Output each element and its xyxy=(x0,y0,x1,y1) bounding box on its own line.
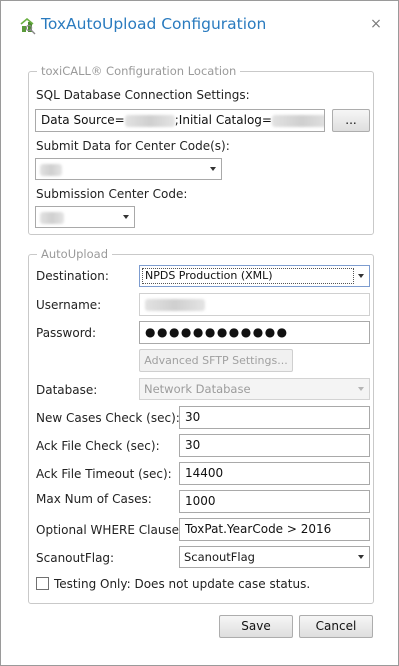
redacted-data-source xyxy=(124,114,175,127)
testing-only-label[interactable]: Testing Only: Does not update case statu… xyxy=(54,577,310,591)
destination-value: NPDS Production (XML) xyxy=(142,268,354,284)
database-value: Network Database xyxy=(144,382,251,396)
cancel-button[interactable]: Cancel xyxy=(299,615,373,638)
ack-file-check-field[interactable]: 30 xyxy=(179,434,370,457)
browse-connection-button[interactable]: ... xyxy=(332,109,370,132)
testing-only-checkbox[interactable] xyxy=(36,577,49,590)
redacted-submission-center xyxy=(40,211,64,224)
new-cases-check-field[interactable]: 30 xyxy=(179,406,370,429)
redacted-username xyxy=(145,298,205,311)
connection-string-field[interactable]: Data Source=;Initial Catalog=; xyxy=(35,109,325,132)
app-icon xyxy=(20,18,36,35)
chevron-down-icon xyxy=(123,215,129,219)
chevron-down-icon xyxy=(210,167,216,171)
scanout-flag-dropdown[interactable]: ScanoutFlag xyxy=(179,546,370,568)
redacted-catalog xyxy=(271,114,324,127)
scanout-flag-label: ScanoutFlag: xyxy=(36,551,115,565)
scanout-flag-value: ScanoutFlag xyxy=(184,550,255,564)
title-bar: ToxAutoUpload Configuration × xyxy=(1,1,398,51)
username-field[interactable] xyxy=(139,293,370,316)
center-codes-dropdown[interactable] xyxy=(35,158,222,180)
ack-file-check-value: 30 xyxy=(185,438,201,452)
redacted-center-codes xyxy=(40,163,62,176)
connection-prefix: Data Source= xyxy=(41,113,125,127)
config-location-legend: toxiCALL® Configuration Location xyxy=(37,64,241,78)
database-dropdown[interactable]: Network Database xyxy=(139,378,370,400)
submission-center-dropdown[interactable] xyxy=(35,206,135,228)
where-clause-label: Optional WHERE Clause: xyxy=(36,523,184,537)
max-num-cases-field[interactable]: 1000 xyxy=(179,490,370,513)
ack-file-timeout-field[interactable]: 14400 xyxy=(179,462,370,485)
ack-file-timeout-label: Ack File Timeout (sec): xyxy=(36,467,172,481)
center-codes-label: Submit Data for Center Code(s): xyxy=(36,139,230,153)
chevron-down-icon xyxy=(358,274,364,278)
where-clause-field[interactable]: ToxPat.YearCode > 2016 xyxy=(179,518,370,541)
database-label: Database: xyxy=(36,383,98,397)
config-dialog: ToxAutoUpload Configuration × toxiCALL® … xyxy=(0,0,399,666)
password-label: Password: xyxy=(36,326,97,340)
ack-file-check-label: Ack File Check (sec): xyxy=(36,439,160,453)
destination-dropdown[interactable]: NPDS Production (XML) xyxy=(139,265,370,287)
where-clause-value: ToxPat.YearCode > 2016 xyxy=(185,522,332,536)
destination-label: Destination: xyxy=(36,269,109,283)
password-field[interactable]: ●●●●●●●●●●●● xyxy=(139,321,370,344)
advanced-sftp-button[interactable]: Advanced SFTP Settings... xyxy=(139,349,293,372)
new-cases-check-label: New Cases Check (sec): xyxy=(36,411,180,425)
submission-center-label: Submission Center Code: xyxy=(36,187,188,201)
window-title: ToxAutoUpload Configuration xyxy=(41,15,267,33)
sql-settings-label: SQL Database Connection Settings: xyxy=(36,88,250,102)
close-icon[interactable]: × xyxy=(369,17,383,31)
new-cases-check-value: 30 xyxy=(185,410,201,424)
autoupload-legend: AutoUpload xyxy=(37,247,112,261)
chevron-down-icon xyxy=(358,555,364,559)
password-value: ●●●●●●●●●●●● xyxy=(145,325,289,339)
max-num-cases-value: 1000 xyxy=(185,494,216,508)
username-label: Username: xyxy=(36,298,102,312)
save-button[interactable]: Save xyxy=(219,615,293,638)
ack-file-timeout-value: 14400 xyxy=(185,466,224,480)
chevron-down-icon xyxy=(358,387,364,391)
connection-middle: ;Initial Catalog= xyxy=(174,113,272,127)
max-num-cases-label: Max Num of Cases: xyxy=(36,492,152,506)
